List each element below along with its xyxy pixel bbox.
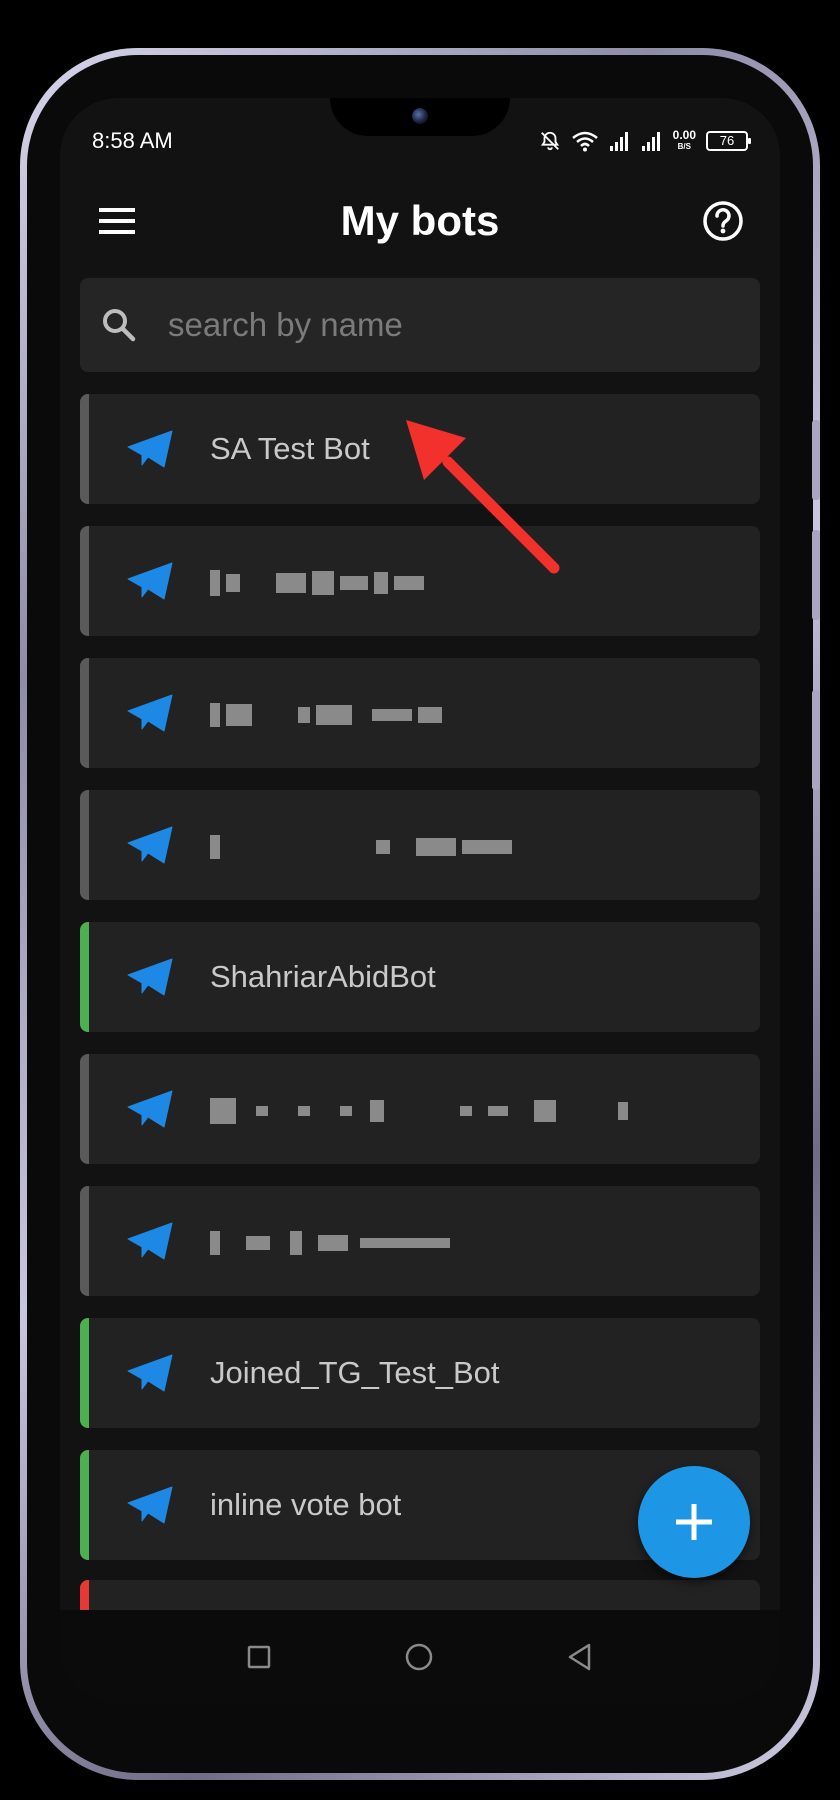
battery-indicator: 76 bbox=[706, 131, 751, 151]
status-stripe bbox=[80, 790, 89, 900]
list-item[interactable]: ShahriarAbidBot bbox=[80, 922, 760, 1032]
search-bar[interactable] bbox=[80, 278, 760, 372]
telegram-plane-icon bbox=[127, 694, 173, 732]
status-stripe bbox=[80, 526, 89, 636]
telegram-plane-icon bbox=[127, 1486, 173, 1524]
power-button bbox=[812, 690, 820, 790]
telegram-plane-icon bbox=[127, 562, 173, 600]
bot-name: inline vote bot bbox=[210, 1487, 402, 1522]
telegram-plane-icon bbox=[127, 1354, 173, 1392]
list-item[interactable]: SA Test Bot bbox=[80, 394, 760, 504]
bot-name: ShahriarAbidBot bbox=[210, 959, 436, 994]
status-stripe bbox=[80, 394, 89, 504]
telegram-plane-icon bbox=[127, 826, 173, 864]
bot-list: SA Test Bot ShahriarAbidBot Joined_TG_Te… bbox=[80, 394, 760, 1582]
signal-icon-2 bbox=[641, 132, 660, 151]
plus-icon bbox=[676, 1504, 712, 1540]
list-item[interactable] bbox=[80, 658, 760, 768]
redacted-bot-name bbox=[210, 1091, 634, 1127]
help-button[interactable] bbox=[700, 198, 746, 244]
list-item[interactable] bbox=[80, 790, 760, 900]
page-title: My bots bbox=[340, 197, 500, 244]
list-item[interactable] bbox=[80, 1054, 760, 1164]
help-circle-icon bbox=[703, 201, 743, 241]
status-stripe bbox=[80, 1054, 89, 1164]
bell-off-icon bbox=[540, 131, 559, 151]
network-speed: 0.00 B/S bbox=[672, 128, 696, 151]
bot-name: SA Test Bot bbox=[210, 431, 370, 466]
volume-button bbox=[812, 530, 820, 620]
hamburger-menu-icon bbox=[99, 208, 135, 234]
status-stripe bbox=[80, 1318, 89, 1428]
phone-screen: 8:58 AM 0.00 B/S 76 My bots search by na… bbox=[60, 98, 780, 1704]
redacted-bot-name bbox=[210, 695, 448, 731]
status-stripe bbox=[80, 1450, 89, 1560]
search-icon bbox=[103, 309, 136, 342]
telegram-plane-icon bbox=[127, 1090, 173, 1128]
square-recents-icon[interactable] bbox=[245, 1643, 273, 1671]
telegram-plane-icon bbox=[127, 1222, 173, 1260]
bot-name: Joined_TG_Test_Bot bbox=[210, 1355, 500, 1390]
triangle-back-icon[interactable] bbox=[565, 1642, 595, 1672]
redacted-bot-name bbox=[210, 827, 518, 863]
status-time: 8:58 AM bbox=[92, 128, 173, 153]
list-item[interactable] bbox=[80, 1186, 760, 1296]
add-bot-button[interactable] bbox=[638, 1466, 750, 1578]
app-bar: My bots bbox=[60, 166, 780, 276]
telegram-plane-icon bbox=[127, 958, 173, 996]
status-stripe bbox=[80, 658, 89, 768]
list-item[interactable] bbox=[80, 526, 760, 636]
signal-icon bbox=[609, 132, 628, 151]
status-icons: 0.00 B/S 76 bbox=[539, 128, 751, 152]
status-stripe bbox=[80, 922, 89, 1032]
status-bar: 8:58 AM 0.00 B/S 76 bbox=[60, 98, 780, 166]
redacted-bot-name bbox=[210, 563, 430, 599]
circle-home-icon[interactable] bbox=[403, 1641, 435, 1673]
redacted-bot-name bbox=[210, 1223, 456, 1259]
navigation-bar bbox=[60, 1610, 780, 1704]
telegram-plane-icon bbox=[127, 430, 173, 468]
search-input[interactable] bbox=[168, 306, 708, 344]
side-button bbox=[812, 420, 820, 500]
wifi-icon bbox=[571, 131, 598, 152]
list-item[interactable]: Joined_TG_Test_Bot bbox=[80, 1318, 760, 1428]
status-stripe bbox=[80, 1186, 89, 1296]
menu-button[interactable] bbox=[94, 198, 140, 244]
